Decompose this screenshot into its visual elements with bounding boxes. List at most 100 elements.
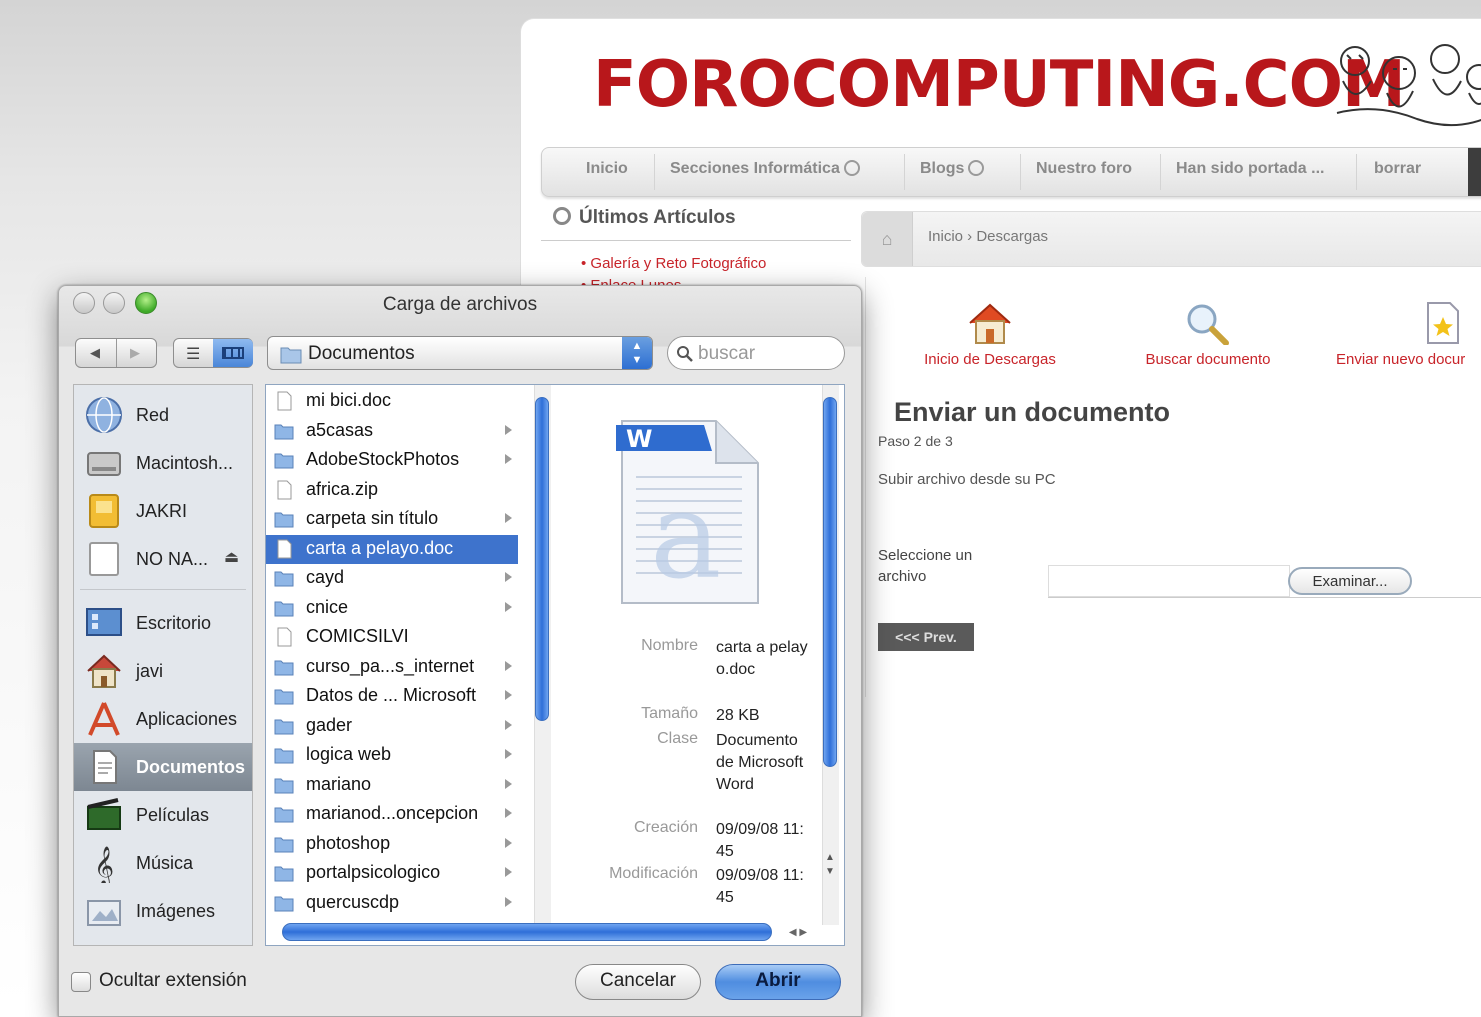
circle-arrow-icon xyxy=(968,160,985,176)
nav-item-active[interactable]: De xyxy=(1468,148,1481,196)
list-item[interactable]: Datos de ... Microsoft xyxy=(266,682,518,711)
browse-button[interactable]: Examinar... xyxy=(1288,567,1412,595)
breadcrumb-bar: ⌂ Inicio › Descargas xyxy=(861,211,1481,267)
sidebar-item-imagenes[interactable]: Imágenes xyxy=(74,887,252,935)
list-item[interactable]: curso_pa...s_internet xyxy=(266,653,518,682)
scroll-arrows-icon[interactable]: ◀ ▶ xyxy=(774,923,822,943)
content-area: Inicio de Descargas Buscar documento Env… xyxy=(865,277,1481,697)
horizontal-scrollbar[interactable] xyxy=(282,923,772,941)
list-item[interactable]: logica web xyxy=(266,741,518,770)
open-button[interactable]: Abrir xyxy=(715,964,841,1000)
sidebar-item-musica[interactable]: 𝄞 Música xyxy=(74,839,252,887)
file-list-scrollbar[interactable] xyxy=(535,397,549,721)
breadcrumb[interactable]: Inicio › Descargas xyxy=(928,228,1048,245)
sidebar-item-peliculas[interactable]: Películas xyxy=(74,791,252,839)
sidebar-item-javi[interactable]: javi xyxy=(74,647,252,695)
send-document-link[interactable]: Enviar nuevo docur xyxy=(1336,301,1481,368)
divider xyxy=(1048,597,1481,598)
sidebar-item-aplicaciones[interactable]: Aplicaciones xyxy=(74,695,252,743)
disclosure-arrow-icon xyxy=(505,572,512,582)
site-logo[interactable]: FOROCOMPUTING.COM xyxy=(593,45,1406,125)
scroll-arrows-icon[interactable]: ▲ ▼ xyxy=(822,851,838,879)
disclosure-arrow-icon xyxy=(505,690,512,700)
folder-icon xyxy=(274,807,294,823)
nav-item-portada[interactable]: Han sido portada ... xyxy=(1176,148,1324,196)
nav-item-inicio[interactable]: Inicio xyxy=(586,148,628,196)
folder-icon xyxy=(280,347,302,364)
pictures-icon xyxy=(87,900,121,926)
hard-drive-icon xyxy=(87,452,121,476)
folder-icon xyxy=(274,453,294,469)
file-upload-dialog: Carga de archivos ◀ ▶ ☰ Documentos ▲ ▼ bu… xyxy=(58,285,862,1017)
nav-divider xyxy=(904,154,905,190)
sidebar-item-no-name[interactable]: NO NA... ⏏ xyxy=(74,535,252,583)
sidebar-item-macintosh[interactable]: Macintosh... xyxy=(74,439,252,487)
list-item[interactable]: AdobeStockPhotos xyxy=(266,446,518,475)
file-name: cnice xyxy=(306,596,349,617)
house-icon xyxy=(969,303,1011,344)
nav-item-secciones[interactable]: Secciones Informática xyxy=(670,148,860,196)
meta-name-key: Nombre xyxy=(641,637,698,654)
nav-item-borrar[interactable]: borrar xyxy=(1374,148,1421,196)
divider xyxy=(80,589,246,590)
file-name: quercuscdp xyxy=(306,891,400,912)
folder-icon xyxy=(274,778,294,793)
downloads-home-link[interactable]: Inicio de Descargas xyxy=(910,301,1070,368)
sidebar-link[interactable]: • Galería y Reto Fotográfico xyxy=(581,255,766,272)
folder-icon xyxy=(274,719,294,734)
list-item[interactable]: cnice xyxy=(266,594,518,623)
list-item[interactable]: carta a pelayo.doc xyxy=(266,534,518,564)
list-item[interactable]: portalpsicologico xyxy=(266,859,518,888)
list-item[interactable]: mi bici.doc xyxy=(266,387,518,416)
list-item[interactable]: mariano xyxy=(266,771,518,800)
hide-extension-checkbox[interactable] xyxy=(71,972,91,992)
file-icon xyxy=(277,480,292,499)
file-name: gader xyxy=(306,714,353,735)
list-item[interactable]: gader xyxy=(266,712,518,741)
drive-icon xyxy=(89,494,119,528)
back-forward-control: ◀ ▶ xyxy=(75,338,157,368)
sidebar-item-jakri[interactable]: JAKRI xyxy=(74,487,252,535)
sidebar-item-escritorio[interactable]: Escritorio xyxy=(74,599,252,647)
places-sidebar: Red Macintosh... JAKRI NO NA... ⏏ Escrit… xyxy=(73,384,253,946)
sidebar-item-red[interactable]: Red xyxy=(74,391,252,439)
search-icon xyxy=(677,346,693,362)
list-view-icon[interactable]: ☰ xyxy=(186,344,200,364)
list-item[interactable]: marianod...oncepcion xyxy=(266,800,518,829)
folder-icon xyxy=(274,748,294,764)
location-label: Documentos xyxy=(308,343,415,364)
list-item[interactable]: COMICSILVI xyxy=(266,623,518,652)
location-popup[interactable]: Documentos ▲ ▼ xyxy=(267,336,653,370)
home-icon[interactable]: ⌂ xyxy=(862,212,913,266)
disclosure-arrow-icon xyxy=(505,808,512,818)
search-placeholder: buscar xyxy=(698,343,756,364)
list-item[interactable]: africa.zip xyxy=(266,476,518,505)
file-icon xyxy=(277,627,292,647)
meta-modified-value: 09/09/08 11:45 xyxy=(716,867,804,906)
list-item[interactable]: carpeta sin título xyxy=(266,505,518,534)
file-name: cayd xyxy=(306,567,345,587)
preview-scrollbar[interactable] xyxy=(823,397,837,767)
nav-item-foro[interactable]: Nuestro foro xyxy=(1036,148,1132,196)
word-document-icon: W a xyxy=(616,420,759,606)
forward-arrow-icon[interactable]: ▶ xyxy=(130,345,140,361)
meta-created-value: 09/09/08 11:45 xyxy=(716,821,804,860)
list-item[interactable]: cayd xyxy=(266,564,518,593)
eject-icon[interactable]: ⏏ xyxy=(224,547,239,567)
cancel-button[interactable]: Cancelar xyxy=(575,964,701,1000)
list-item[interactable]: a5casas xyxy=(266,417,518,446)
nav-divider xyxy=(654,154,655,190)
page-title: Enviar un documento xyxy=(894,397,1171,427)
search-document-link[interactable]: Buscar documento xyxy=(1128,301,1288,368)
prev-button[interactable]: <<< Prev. xyxy=(878,623,974,651)
sidebar-item-documentos[interactable]: Documentos xyxy=(74,743,252,791)
folder-icon xyxy=(274,866,294,882)
search-input[interactable]: buscar xyxy=(667,336,845,370)
nav-item-blogs[interactable]: Blogs xyxy=(920,148,985,196)
file-path-field[interactable] xyxy=(1048,565,1290,597)
back-arrow-icon[interactable]: ◀ xyxy=(90,345,100,361)
column-view-icon[interactable] xyxy=(213,339,253,367)
list-item[interactable]: quercuscdp xyxy=(266,889,518,918)
list-item[interactable]: photoshop xyxy=(266,830,518,859)
file-name: COMICSILVI xyxy=(306,626,409,646)
